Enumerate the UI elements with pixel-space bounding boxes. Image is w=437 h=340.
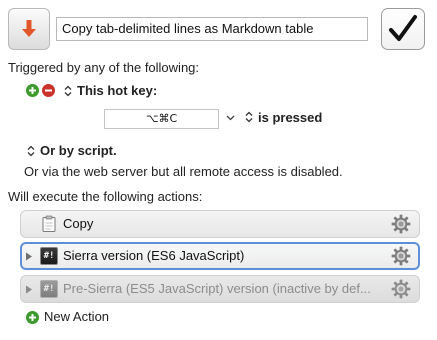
action-title: Sierra version (ES6 JavaScript)	[63, 248, 245, 263]
action-row[interactable]: #! Pre-Sierra (ES5 JavaScript) version (…	[20, 275, 420, 303]
script-icon: #!	[40, 280, 58, 298]
add-trigger-button[interactable]	[26, 84, 39, 97]
macro-editor: Copy tab-delimited lines as Markdown tab…	[0, 0, 437, 340]
action-title: Pre-Sierra (ES5 JavaScript) version (ina…	[63, 281, 371, 296]
disclosure-triangle-icon[interactable]	[25, 285, 33, 294]
hotkey-field[interactable]: ⌥⌘C	[104, 109, 219, 129]
gear-icon[interactable]	[391, 214, 411, 234]
disclosure-triangle-icon[interactable]	[25, 252, 33, 261]
macro-enabled-checkbox[interactable]	[381, 8, 425, 50]
plus-icon	[29, 87, 36, 94]
web-server-note: Or via the web server but all remote acc…	[24, 164, 343, 179]
triggers-heading: Triggered by any of the following:	[8, 60, 200, 75]
plus-icon	[29, 314, 36, 321]
gear-icon[interactable]	[391, 246, 411, 266]
updown-chevron-icon[interactable]	[27, 145, 35, 157]
script-icon: #!	[40, 247, 58, 265]
download-arrow-icon	[22, 20, 36, 37]
actions-heading: Will execute the following actions:	[8, 189, 203, 204]
updown-chevron-icon[interactable]	[245, 111, 253, 123]
script-trigger-label: Or by script.	[40, 143, 117, 158]
new-action-button[interactable]	[26, 311, 39, 324]
remove-trigger-button[interactable]	[42, 84, 55, 97]
macro-title-field[interactable]: Copy tab-delimited lines as Markdown tab…	[56, 17, 368, 41]
action-title: Copy	[63, 216, 94, 231]
macro-icon-well[interactable]	[8, 8, 50, 50]
hotkey-state-label[interactable]: is pressed	[258, 110, 322, 126]
hotkey-trigger-label: This hot key:	[77, 83, 158, 98]
chevron-down-icon[interactable]	[226, 114, 235, 121]
clipboard-icon	[42, 215, 56, 232]
checkmark-icon	[389, 15, 417, 41]
action-row[interactable]: Copy	[20, 210, 420, 238]
gear-icon[interactable]	[391, 279, 411, 299]
updown-chevron-icon[interactable]	[64, 85, 72, 97]
new-action-label[interactable]: New Action	[44, 309, 109, 325]
action-row[interactable]: #! Sierra version (ES6 JavaScript)	[20, 242, 420, 270]
minus-icon	[45, 89, 52, 92]
